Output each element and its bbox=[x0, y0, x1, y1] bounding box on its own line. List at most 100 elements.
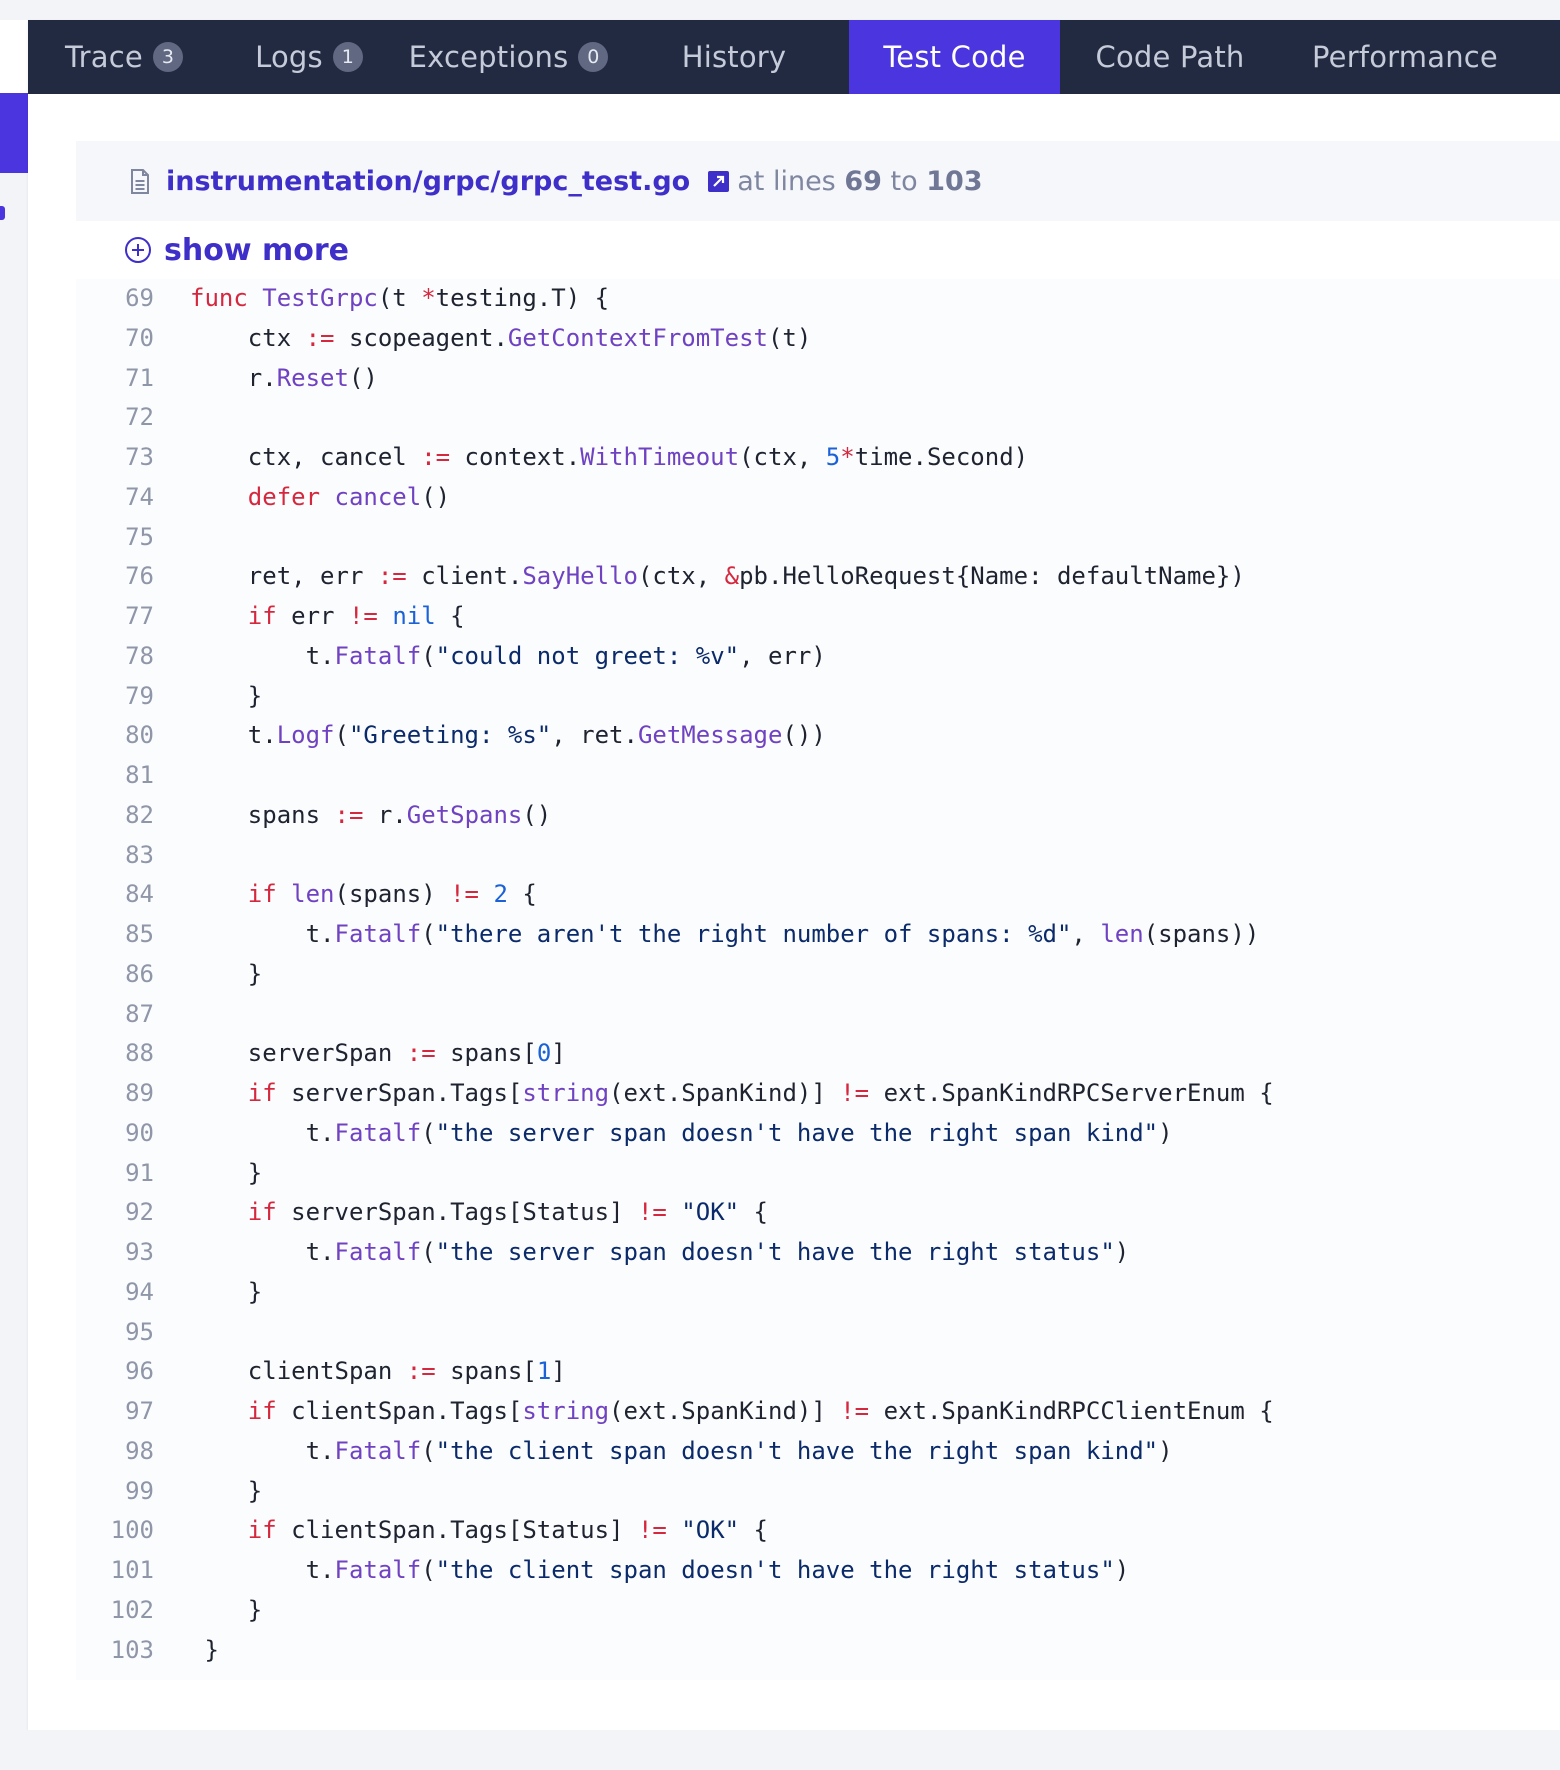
code-text: } bbox=[190, 1158, 263, 1187]
line-range-end: 103 bbox=[926, 165, 983, 197]
code-line: 81 bbox=[76, 756, 1560, 796]
code-line: 103 } bbox=[76, 1631, 1560, 1671]
line-number: 98 bbox=[125, 1436, 154, 1465]
line-number: 69 bbox=[125, 284, 154, 312]
tab-label: Trace bbox=[65, 40, 143, 74]
line-number: 75 bbox=[125, 522, 154, 551]
tab-trace[interactable]: Trace 3 bbox=[28, 20, 220, 94]
tab-label: Logs bbox=[255, 40, 323, 74]
code-line: 95 bbox=[76, 1313, 1560, 1353]
line-number: 93 bbox=[125, 1238, 154, 1266]
left-nav-active-marker[interactable] bbox=[0, 93, 28, 173]
line-number: 77 bbox=[125, 602, 154, 630]
code-line: 83 bbox=[76, 836, 1560, 876]
line-number: 71 bbox=[125, 363, 154, 392]
code-line: 74 defer cancel() bbox=[76, 478, 1560, 518]
tab-code-path[interactable]: Code Path bbox=[1060, 20, 1280, 94]
line-number: 73 bbox=[125, 443, 154, 471]
code-text: if serverSpan.Tags[string(ext.SpanKind)]… bbox=[247, 1079, 1274, 1107]
left-nav-strip bbox=[0, 20, 28, 93]
line-range-start: 69 bbox=[844, 165, 882, 197]
line-number: 100 bbox=[110, 1516, 154, 1545]
line-range-to: to bbox=[890, 165, 918, 197]
show-more-button[interactable]: show more bbox=[76, 221, 1560, 279]
code-line: 80 t.Logf("Greeting: %s", ret.GetMessage… bbox=[76, 716, 1560, 756]
tab-count-badge: 1 bbox=[332, 42, 363, 72]
code-text: ctx, cancel := context.WithTimeout(ctx, … bbox=[190, 443, 1029, 471]
code-text: spans := r.GetSpans() bbox=[190, 800, 552, 829]
line-number: 88 bbox=[125, 1039, 154, 1068]
code-line: 75 bbox=[76, 518, 1560, 558]
code-text: t.Fatalf("the server span doesn't have t… bbox=[190, 1118, 1173, 1147]
code-line: 70 ctx := scopeagent.GetContextFromTest(… bbox=[76, 319, 1560, 359]
code-line: 79 } bbox=[76, 677, 1560, 717]
code-line: 94 } bbox=[76, 1273, 1560, 1313]
code-text: defer cancel() bbox=[247, 482, 451, 511]
tab-exceptions[interactable]: Exceptions 0 bbox=[398, 20, 619, 94]
code-text: t.Fatalf("could not greet: %v", err) bbox=[190, 641, 826, 670]
tab-performance[interactable]: Performance bbox=[1280, 20, 1530, 94]
line-number: 86 bbox=[125, 959, 154, 988]
line-number: 102 bbox=[110, 1595, 154, 1624]
code-line: 77 if err != nil { bbox=[76, 597, 1560, 637]
code-text: t.Fatalf("the server span doesn't have t… bbox=[190, 1238, 1130, 1266]
left-nav-indicator bbox=[0, 206, 5, 220]
code-text: t.Fatalf("there aren't the right number … bbox=[190, 920, 1260, 948]
tab-count-badge: 0 bbox=[578, 42, 609, 72]
code-text: ret, err := client.SayHello(ctx, &pb.Hel… bbox=[190, 562, 1245, 591]
line-number: 95 bbox=[125, 1317, 154, 1346]
code-line: 102 } bbox=[76, 1591, 1560, 1631]
code-line: 72 bbox=[76, 398, 1560, 438]
code-line: 69 func TestGrpc(t *testing.T) { bbox=[76, 279, 1560, 319]
code-text: } bbox=[190, 681, 263, 710]
external-link-icon[interactable] bbox=[708, 170, 730, 192]
file-path-link[interactable]: instrumentation/grpc/grpc_test.go bbox=[166, 166, 690, 197]
code-text: t.Fatalf("the client span doesn't have t… bbox=[190, 1556, 1130, 1584]
show-more-label: show more bbox=[164, 232, 349, 268]
code-line: 88 serverSpan := spans[0] bbox=[76, 1034, 1560, 1074]
code-text: if len(spans) != 2 { bbox=[247, 880, 537, 909]
tab-test-code[interactable]: Test Code bbox=[849, 20, 1060, 94]
code-line: 87 bbox=[76, 995, 1560, 1035]
test-detail-panel: Trace 3 Logs 1 Exceptions 0 History Test Code Co… bbox=[28, 20, 1560, 1730]
line-number: 90 bbox=[125, 1118, 154, 1147]
code-text: } bbox=[190, 1277, 263, 1306]
code-line: 90 t.Fatalf("the server span doesn't hav… bbox=[76, 1114, 1560, 1154]
line-number: 82 bbox=[125, 800, 154, 829]
code-line: 98 t.Fatalf("the client span doesn't hav… bbox=[76, 1432, 1560, 1472]
code-line: 84 if len(spans) != 2 { bbox=[76, 875, 1560, 915]
line-number: 74 bbox=[125, 482, 154, 511]
code-text: if err != nil { bbox=[247, 602, 465, 630]
code-line: 73 ctx, cancel := context.WithTimeout(ct… bbox=[76, 438, 1560, 478]
code-text: if clientSpan.Tags[Status] != "OK" { bbox=[247, 1516, 768, 1545]
code-line: 93 t.Fatalf("the server span doesn't hav… bbox=[76, 1233, 1560, 1273]
tab-logs[interactable]: Logs 1 bbox=[220, 20, 398, 94]
tab-label: Performance bbox=[1312, 40, 1498, 74]
tab-history[interactable]: History bbox=[619, 20, 849, 94]
code-text: func TestGrpc(t *testing.T) { bbox=[190, 284, 610, 312]
test-code-content: instrumentation/grpc/grpc_test.go at lin… bbox=[76, 141, 1560, 1681]
code-line: 78 t.Fatalf("could not greet: %v", err) bbox=[76, 637, 1560, 677]
line-number: 92 bbox=[125, 1198, 154, 1227]
line-number: 103 bbox=[110, 1635, 154, 1664]
file-header: instrumentation/grpc/grpc_test.go at lin… bbox=[76, 141, 1560, 221]
code-text: serverSpan := spans[0] bbox=[190, 1039, 566, 1068]
code-text: if clientSpan.Tags[string(ext.SpanKind)]… bbox=[247, 1397, 1274, 1425]
code-line: 99 } bbox=[76, 1472, 1560, 1512]
code-line: 100 if clientSpan.Tags[Status] != "OK" { bbox=[76, 1511, 1560, 1551]
code-line: 91 } bbox=[76, 1154, 1560, 1194]
file-icon bbox=[131, 168, 149, 194]
code-line: 85 t.Fatalf("there aren't the right numb… bbox=[76, 915, 1560, 955]
tab-label: History bbox=[681, 40, 787, 74]
line-number: 81 bbox=[125, 761, 154, 789]
code-line: 76 ret, err := client.SayHello(ctx, &pb.… bbox=[76, 557, 1560, 597]
line-number: 85 bbox=[125, 920, 154, 948]
tab-label: Test Code bbox=[883, 40, 1026, 74]
line-number: 84 bbox=[125, 880, 154, 909]
line-number: 80 bbox=[125, 721, 154, 750]
code-text: t.Fatalf("the client span doesn't have t… bbox=[190, 1436, 1173, 1465]
